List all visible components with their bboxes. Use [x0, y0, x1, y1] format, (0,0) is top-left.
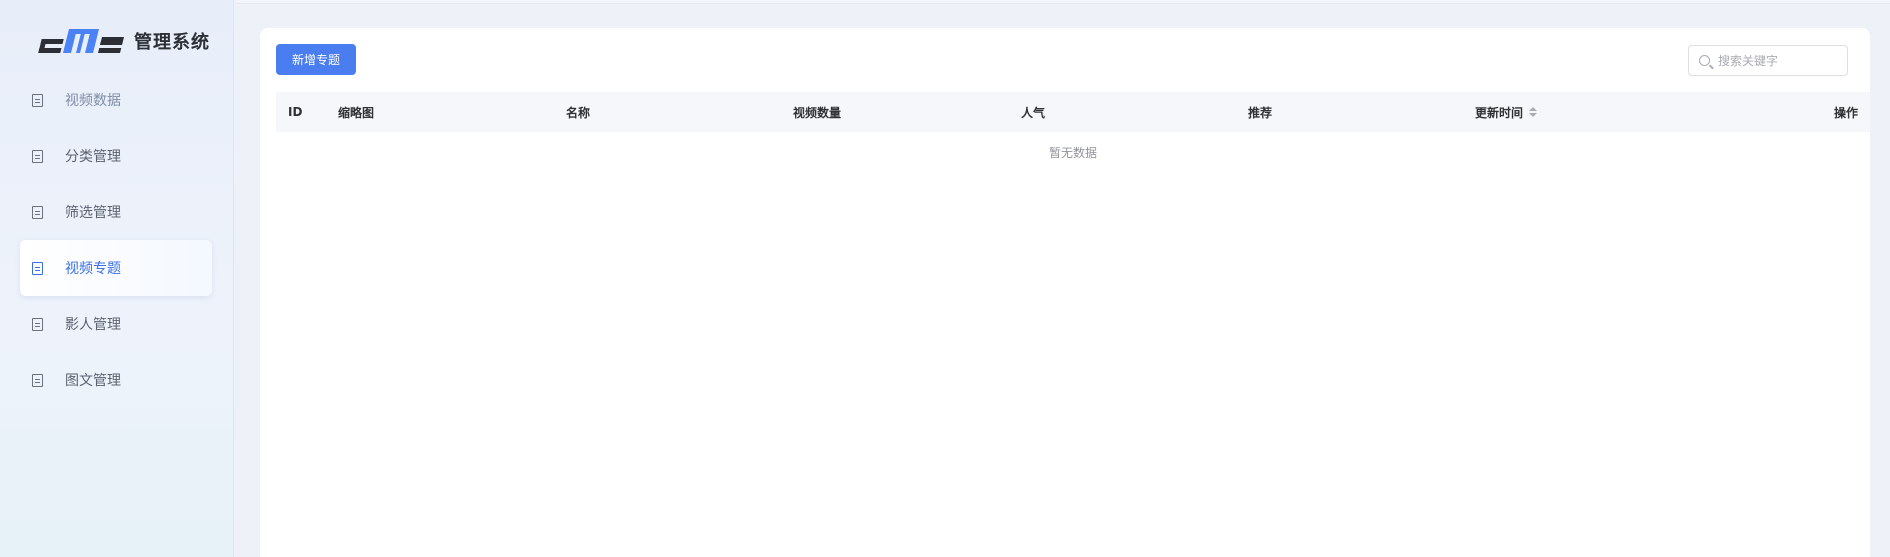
sidebar-item-label: 筛选管理 — [65, 205, 121, 221]
topic-table: ID 缩略图 名称 视频数量 人气 推荐 更新时间 操作 暂无数据 — [276, 92, 1870, 160]
sort-icon[interactable] — [1529, 107, 1538, 117]
cms-logo-icon — [38, 29, 124, 53]
sidebar-item-video-data[interactable]: 视频数据 — [20, 72, 212, 128]
document-icon — [32, 149, 43, 163]
logo: 管理系统 — [38, 26, 210, 56]
sidebar-item-label: 视频专题 — [65, 261, 121, 277]
document-icon — [32, 317, 43, 331]
add-topic-button[interactable]: 新增专题 — [276, 44, 356, 75]
column-header-actions: 操作 — [1833, 105, 1858, 120]
empty-state-text: 暂无数据 — [1048, 146, 1097, 160]
search-icon — [1699, 55, 1710, 66]
column-header-updated-time[interactable]: 更新时间 — [1475, 92, 1538, 132]
sidebar-item-label: 视频数据 — [65, 93, 121, 109]
document-icon — [32, 373, 43, 387]
column-header-recommend: 推荐 — [1248, 105, 1273, 120]
document-icon — [32, 261, 43, 275]
sidebar-item-label: 图文管理 — [65, 373, 121, 389]
document-icon — [32, 93, 43, 107]
app-title: 管理系统 — [134, 32, 210, 53]
document-icon — [32, 205, 43, 219]
table-header: ID 缩略图 名称 视频数量 人气 推荐 更新时间 操作 — [276, 92, 1870, 132]
sidebar-item-people[interactable]: 影人管理 — [20, 296, 212, 352]
search-input[interactable] — [1718, 53, 1838, 68]
sidebar-item-articles[interactable]: 图文管理 — [20, 352, 212, 408]
column-header-video-count: 视频数量 — [793, 105, 842, 120]
app-root: 管理系统 视频数据 分类管理 筛选管理 视频专题 影人管理 图文管理 新增专题 … — [0, 0, 1890, 557]
sidebar-item-label: 影人管理 — [65, 317, 121, 333]
sidebar-item-category[interactable]: 分类管理 — [20, 128, 212, 184]
top-bar — [236, 0, 1890, 4]
column-header-thumbnail: 缩略图 — [338, 105, 375, 120]
column-header-id: ID — [288, 105, 303, 119]
search-box[interactable] — [1688, 45, 1848, 76]
sidebar-item-label: 分类管理 — [65, 149, 121, 165]
content-panel: 新增专题 ID 缩略图 名称 视频数量 人气 推荐 更新时间 操作 暂无数据 — [260, 28, 1870, 557]
sidebar-nav: 视频数据 分类管理 筛选管理 视频专题 影人管理 图文管理 — [20, 72, 212, 408]
column-header-popularity: 人气 — [1021, 105, 1046, 120]
column-header-updated-time-label: 更新时间 — [1475, 105, 1524, 120]
sidebar-item-filter[interactable]: 筛选管理 — [20, 184, 212, 240]
column-header-name: 名称 — [566, 105, 591, 120]
sidebar: 管理系统 视频数据 分类管理 筛选管理 视频专题 影人管理 图文管理 — [0, 0, 234, 557]
sidebar-item-video-topic[interactable]: 视频专题 — [20, 240, 212, 296]
